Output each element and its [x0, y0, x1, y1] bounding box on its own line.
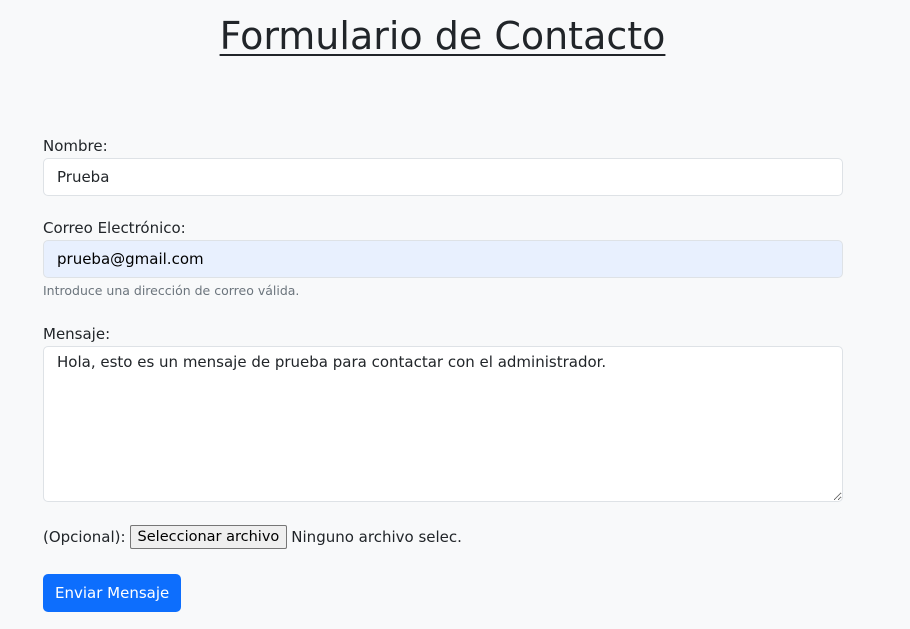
send-message-button[interactable]: Enviar Mensaje	[43, 574, 182, 612]
message-textarea[interactable]: Hola, esto es un mensaje de prueba para …	[43, 346, 843, 502]
file-label: (Opcional):	[43, 528, 126, 546]
page-title: Formulario de Contacto	[219, 14, 666, 58]
name-label: Nombre:	[43, 137, 108, 155]
file-field: (Opcional): Seleccionar archivo Ninguno …	[43, 525, 462, 549]
name-input[interactable]: Prueba	[43, 158, 843, 196]
message-label: Mensaje:	[43, 325, 111, 343]
email-input[interactable]: prueba@gmail.com	[43, 240, 843, 278]
choose-file-button[interactable]: Seleccionar archivo	[129, 525, 288, 549]
file-status: Ninguno archivo selec.	[291, 528, 462, 546]
email-help: Introduce una dirección de correo válida…	[43, 283, 300, 298]
email-label: Correo Electrónico:	[43, 219, 186, 237]
